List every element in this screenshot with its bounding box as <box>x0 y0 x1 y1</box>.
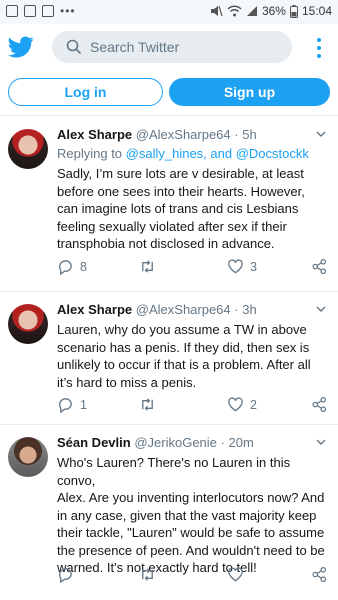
tweet-line: in any case, given that the vast majorit… <box>57 507 317 523</box>
top-bar <box>0 24 338 70</box>
like-count: 2 <box>250 397 257 412</box>
avatar[interactable] <box>8 304 48 344</box>
reply-count: 1 <box>80 397 87 412</box>
tweet-line: Sadly, I’m sure lots are v desirable, at… <box>57 166 304 181</box>
chevron-down-icon[interactable] <box>316 437 326 447</box>
wifi-icon <box>227 5 242 17</box>
handle[interactable]: @JerikoGenie <box>134 435 217 450</box>
tweet-text: Who's Lauren? There's no Lauren in this … <box>57 454 329 577</box>
like-button[interactable] <box>227 566 250 583</box>
search-input[interactable] <box>90 39 280 55</box>
tweet-line: unlikely to occur if that is a problem. … <box>57 357 311 372</box>
timestamp[interactable]: 3h <box>242 302 256 317</box>
like-count: 3 <box>250 259 257 274</box>
tweet-line: Lauren, why do you assume a TW in above <box>57 322 307 337</box>
tweet-header: Séan Devlin @JerikoGenie · 20m <box>57 435 317 450</box>
tweet-actions <box>57 566 329 586</box>
reply-icon <box>59 568 72 583</box>
login-button[interactable]: Log in <box>8 78 163 106</box>
twitter-bird-icon[interactable] <box>8 34 34 60</box>
reply-button[interactable] <box>57 566 80 583</box>
tweet-actions: 8 3 <box>57 258 329 278</box>
separator: · <box>234 127 239 142</box>
share-icon <box>312 258 327 275</box>
handle[interactable]: @AlexSharpe64 <box>136 127 231 142</box>
share-button[interactable] <box>311 258 328 275</box>
tweet-actions: 1 2 <box>57 396 329 416</box>
separator: · <box>234 302 239 317</box>
display-name[interactable]: Alex Sharpe <box>57 127 132 142</box>
replying-to: Replying to @sally_hines, and @Docstockk <box>57 146 309 161</box>
tweet-text: Lauren, why do you assume a TW in above … <box>57 321 329 391</box>
message-icon <box>42 5 54 17</box>
retweet-icon <box>142 568 153 581</box>
retweet-icon <box>142 398 153 411</box>
battery-percent: 36% <box>261 4 286 18</box>
tweet[interactable]: Alex Sharpe @AlexSharpe64 · 5h Replying … <box>0 117 338 292</box>
heart-icon <box>228 567 243 582</box>
heart-icon <box>228 397 243 412</box>
replying-to-users[interactable]: @sally_hines, and @Docstockk <box>126 146 309 161</box>
signup-button[interactable]: Sign up <box>169 78 330 106</box>
display-name[interactable]: Séan Devlin <box>57 435 131 450</box>
retweet-button[interactable] <box>139 396 162 413</box>
tweet-line: feeling sexually violated after sex if t… <box>57 218 287 234</box>
tweet-line: their tackle, "Lauren" would be safe to … <box>57 525 325 540</box>
more-vertical-icon[interactable] <box>316 38 322 58</box>
search-box[interactable] <box>52 31 292 63</box>
replying-to-label: Replying to <box>57 146 123 161</box>
tweet-line: can imagine lots of trans and cis Lesbia… <box>57 201 299 216</box>
reply-count: 8 <box>80 259 87 274</box>
display-name[interactable]: Alex Sharpe <box>57 302 132 317</box>
reply-button[interactable]: 8 <box>57 258 87 275</box>
timestamp[interactable]: 5h <box>242 127 256 142</box>
separator: · <box>220 435 225 450</box>
like-button[interactable]: 2 <box>227 396 257 413</box>
chevron-down-icon[interactable] <box>316 304 326 314</box>
heart-icon <box>228 259 243 274</box>
calendar-icon <box>24 5 36 17</box>
tweet-line: before one sees into their hearts. Howev… <box>57 183 305 199</box>
auth-bar: Log in Sign up <box>0 70 338 116</box>
signal-icon <box>246 6 257 16</box>
handle[interactable]: @AlexSharpe64 <box>136 302 231 317</box>
tweet-line: it’s hard to miss a penis. <box>57 374 197 390</box>
share-icon <box>312 566 327 583</box>
share-icon <box>312 396 327 413</box>
retweet-icon <box>142 260 153 273</box>
retweet-button[interactable] <box>139 258 162 275</box>
share-button[interactable] <box>311 396 328 413</box>
tweet-line: the presence of peen. And wouldn't need … <box>57 542 325 558</box>
more-icon: ••• <box>60 4 76 18</box>
chevron-down-icon[interactable] <box>316 129 326 139</box>
tweet[interactable]: Séan Devlin @JerikoGenie · 20m Who's Lau… <box>0 425 338 600</box>
reply-icon <box>59 398 72 413</box>
tweet[interactable]: Alex Sharpe @AlexSharpe64 · 3h Lauren, w… <box>0 292 338 425</box>
avatar[interactable] <box>8 129 48 169</box>
tweet-header: Alex Sharpe @AlexSharpe64 · 3h <box>57 302 317 317</box>
reply-button[interactable]: 1 <box>57 396 87 413</box>
mute-icon <box>210 5 223 17</box>
tweet-line: scenario has a penis. If they did, then … <box>57 339 310 355</box>
timestamp[interactable]: 20m <box>229 435 254 450</box>
tweet-header: Alex Sharpe @AlexSharpe64 · 5h <box>57 127 317 142</box>
battery-icon <box>289 4 298 18</box>
tweet-line: transphobia not disclosed in advance. <box>57 236 275 251</box>
retweet-button[interactable] <box>139 566 162 583</box>
status-bar: ••• 36% 15:04 <box>0 0 338 24</box>
reply-icon <box>59 260 72 275</box>
tweet-line: Alex. Are you inventing interlocutors no… <box>57 490 325 505</box>
tweet-text: Sadly, I’m sure lots are v desirable, at… <box>57 165 329 253</box>
tweet-line: Who's Lauren? There's no Lauren in this … <box>57 455 291 488</box>
image-icon <box>6 5 18 17</box>
avatar[interactable] <box>8 437 48 477</box>
like-button[interactable]: 3 <box>227 258 257 275</box>
search-icon <box>66 39 82 55</box>
share-button[interactable] <box>311 566 328 583</box>
clock: 15:04 <box>301 4 332 18</box>
